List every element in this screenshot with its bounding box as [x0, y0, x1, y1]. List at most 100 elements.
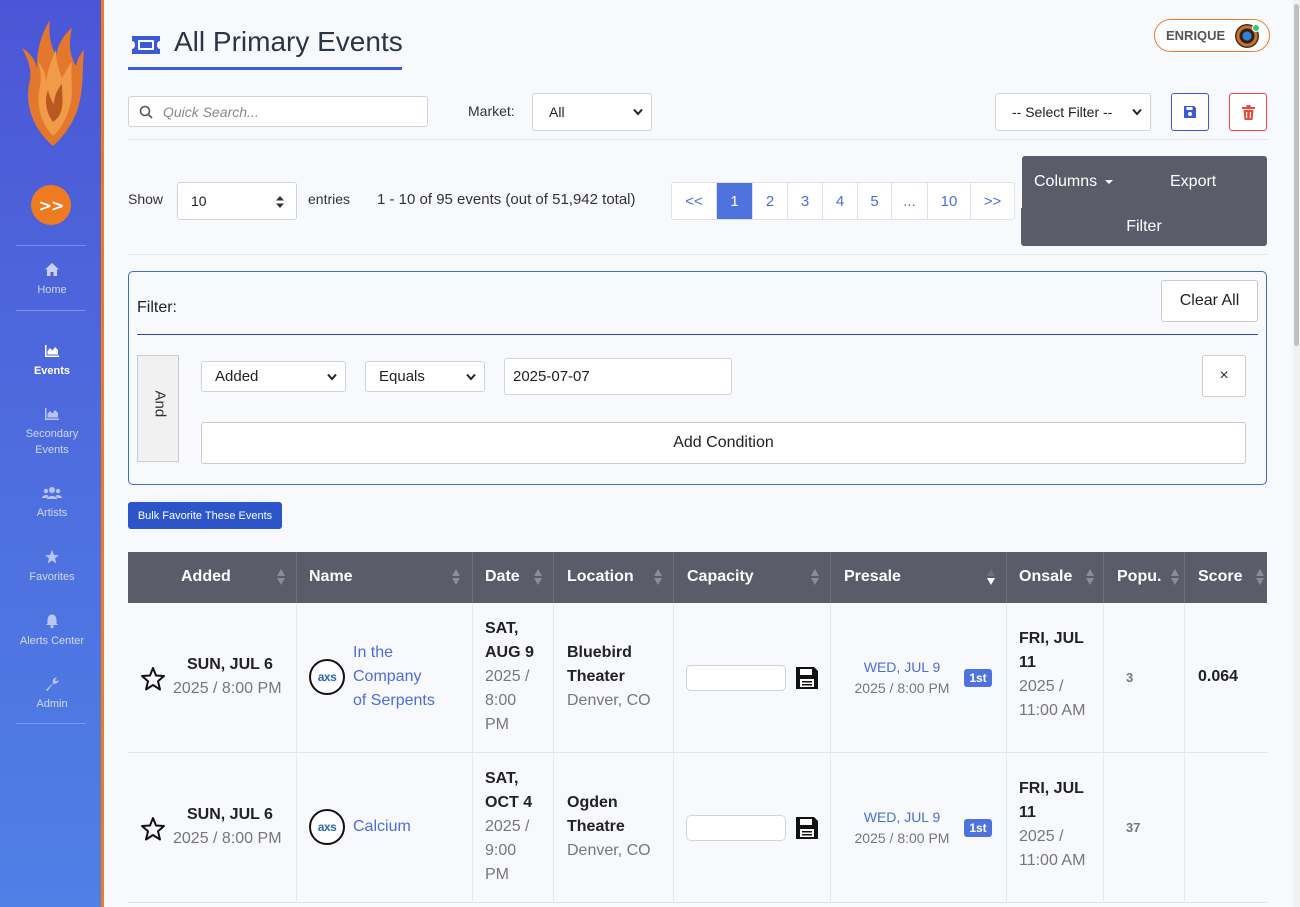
column-header-popularity[interactable]: Popu.	[1104, 552, 1185, 603]
quick-search[interactable]	[128, 96, 428, 127]
market-select[interactable]: All	[532, 93, 652, 131]
column-header-presale[interactable]: Presale	[831, 552, 1007, 603]
save-icon	[1184, 106, 1196, 118]
cell-added: SUN, JUL 6 2025 / 8:00 PM	[128, 753, 297, 903]
chevron-down-icon	[1132, 108, 1142, 116]
scrollbar-thumb[interactable]	[1294, 4, 1299, 346]
flame-logo-icon[interactable]	[22, 18, 84, 148]
page-last[interactable]: >>	[970, 183, 1014, 219]
cell-location: Ogden Theatre Denver, CO	[554, 753, 674, 903]
presale-time: 2025 / 8:00 PM	[854, 680, 950, 696]
condition-operator-select[interactable]: Equals	[365, 361, 485, 392]
cell-capacity	[674, 603, 831, 753]
sidebar-item-admin[interactable]: Admin	[0, 676, 104, 712]
venue-city: Denver, CO	[567, 692, 651, 709]
added-time: 2025 / 8:00 PM	[173, 830, 282, 847]
entries-value: 10	[191, 193, 207, 209]
columns-dropdown-button[interactable]: Columns	[1034, 173, 1113, 191]
capacity-input[interactable]	[686, 815, 786, 841]
column-header-onsale[interactable]: Onsale	[1007, 552, 1104, 603]
clear-all-button[interactable]: Clear All	[1161, 280, 1258, 322]
event-date-sub-line: PM	[485, 716, 509, 733]
saved-filter-select[interactable]: -- Select Filter --	[995, 93, 1151, 131]
sidebar-item-label: Secondary Events	[25, 428, 79, 456]
sort-icon	[811, 569, 819, 585]
column-label: Location	[567, 568, 634, 585]
bulk-favorite-button[interactable]: Bulk Favorite These Events	[128, 502, 282, 529]
sidebar-divider	[16, 310, 86, 311]
cell-capacity	[674, 753, 831, 903]
condition-field-select[interactable]: Added	[201, 361, 346, 392]
page-5[interactable]: 5	[857, 183, 891, 219]
add-condition-button[interactable]: Add Condition	[201, 422, 1246, 464]
chevron-down-icon	[633, 108, 643, 116]
entries-select[interactable]: 10	[177, 182, 297, 220]
onsale-sub-line: 11:00 AM	[1019, 702, 1086, 719]
favorite-star-icon[interactable]	[140, 816, 166, 842]
column-header-added[interactable]: Added	[128, 552, 297, 603]
column-header-score[interactable]: Score	[1185, 552, 1267, 603]
divider	[137, 334, 1258, 335]
sidebar-item-events[interactable]: Events	[0, 343, 104, 379]
home-icon	[45, 263, 59, 276]
table-row: SUN, JUL 6 2025 / 8:00 PM axs Calcium SA…	[128, 753, 1267, 903]
user-menu[interactable]: ENRIQUE	[1154, 19, 1270, 52]
column-label: Capacity	[687, 568, 754, 585]
export-button[interactable]: Export	[1170, 173, 1216, 191]
sidebar-item-alerts-center[interactable]: Alerts Center	[0, 613, 104, 649]
page-4[interactable]: 4	[822, 183, 857, 219]
event-date-sub-line: 2025 /	[485, 668, 530, 685]
sidebar-toggle-button[interactable]: >>	[31, 185, 71, 225]
page-scrollbar[interactable]	[1293, 0, 1300, 907]
remove-condition-button[interactable]: ×	[1202, 355, 1246, 397]
column-header-date[interactable]: Date	[473, 552, 554, 603]
save-filter-button[interactable]	[1171, 93, 1209, 131]
sidebar-item-favorites[interactable]: Favorites	[0, 549, 104, 585]
logic-and-toggle[interactable]: And	[137, 355, 179, 462]
presale-day[interactable]: WED, JUL 9	[849, 657, 955, 678]
sidebar-divider	[16, 723, 86, 724]
event-name-link[interactable]: Calcium	[353, 815, 411, 839]
column-header-capacity[interactable]: Capacity	[674, 552, 831, 603]
onsale-sub-line: 2025 /	[1019, 828, 1064, 845]
star-icon	[45, 550, 59, 564]
event-name-line: Calcium	[353, 818, 411, 835]
page-10[interactable]: 10	[927, 183, 970, 219]
presale-badge: 1st	[964, 819, 992, 837]
show-label: Show	[128, 191, 164, 207]
capacity-input[interactable]	[686, 665, 786, 691]
venue-city: Denver, CO	[567, 842, 651, 859]
page-header: All Primary Events	[128, 24, 403, 70]
filter-title: Filter:	[137, 299, 177, 316]
save-icon[interactable]	[795, 666, 819, 690]
page-3[interactable]: 3	[787, 183, 822, 219]
sidebar-item-home[interactable]: Home	[0, 262, 104, 298]
condition-value-input[interactable]: 2025-07-07	[504, 358, 732, 395]
presale-day[interactable]: WED, JUL 9	[849, 807, 955, 828]
filter-toggle-button[interactable]: Filter	[1021, 208, 1267, 246]
chevron-down-icon	[327, 373, 337, 381]
column-label: Score	[1198, 568, 1243, 585]
sidebar-item-artists[interactable]: Artists	[0, 485, 104, 521]
caret-down-icon	[1104, 179, 1113, 184]
table-header: Added Name Date Location Capacity Presal…	[128, 552, 1267, 603]
save-icon[interactable]	[795, 816, 819, 840]
cell-location: Bluebird Theater Denver, CO	[554, 603, 674, 753]
event-name-link[interactable]: In the Company of Serpents	[353, 641, 435, 713]
sidebar-item-secondary-events[interactable]: Secondary Events	[0, 406, 104, 458]
page-2[interactable]: 2	[752, 183, 787, 219]
favorite-star-icon[interactable]	[140, 666, 166, 692]
onsale-line: 11	[1019, 804, 1036, 821]
page-1[interactable]: 1	[716, 183, 752, 219]
event-date-sub-line: 2025 /	[485, 818, 530, 835]
search-input[interactable]	[163, 102, 423, 122]
column-header-name[interactable]: Name	[297, 552, 473, 603]
delete-filter-button[interactable]	[1229, 93, 1267, 131]
sort-updown-icon	[276, 196, 284, 208]
page-first[interactable]: <<	[672, 183, 716, 219]
cell-presale: WED, JUL 9 2025 / 8:00 PM 1st	[831, 603, 1007, 753]
pagination: << 1 2 3 4 5 ... 10 >>	[671, 182, 1015, 220]
entries-label: entries	[308, 191, 351, 207]
presale-badge: 1st	[964, 669, 992, 687]
column-header-location[interactable]: Location	[554, 552, 674, 603]
